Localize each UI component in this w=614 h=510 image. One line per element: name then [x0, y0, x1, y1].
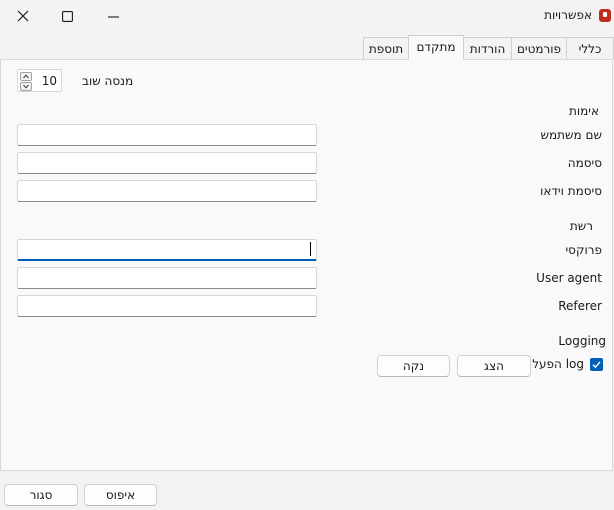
text-caret: [310, 242, 311, 256]
tab-addon[interactable]: תוספת: [363, 37, 409, 59]
enable-log-label[interactable]: הפעל log: [532, 357, 584, 371]
clear-log-button[interactable]: נקה: [377, 355, 450, 377]
proxy-label: פרוקסי: [565, 243, 602, 257]
maximize-button[interactable]: [44, 0, 90, 32]
network-section-title: רשת: [569, 219, 593, 233]
video-password-field[interactable]: [17, 180, 317, 202]
minimize-icon: [107, 15, 119, 18]
title-bar: אפשרויות: [0, 0, 614, 32]
tab-general[interactable]: כללי: [566, 37, 614, 59]
minimize-button[interactable]: [90, 0, 136, 32]
auth-section-title: אימות: [568, 104, 599, 118]
show-log-button[interactable]: הצג: [457, 355, 531, 377]
window-title: אפשרויות: [544, 8, 592, 22]
video-password-label: סיסמת וידאו: [540, 184, 602, 198]
password-label: סיסמה: [567, 156, 602, 170]
logging-section-title: Logging: [558, 334, 606, 348]
retry-value: 10: [41, 74, 57, 88]
retry-label: מנסה שוב: [82, 74, 134, 88]
tab-advanced[interactable]: מתקדם: [408, 35, 464, 60]
reset-button[interactable]: איפוס: [84, 484, 157, 506]
chevron-up-icon: [23, 74, 29, 79]
app-icon: [599, 9, 611, 22]
user-agent-label: User agent: [536, 271, 602, 285]
advanced-panel: [0, 59, 613, 471]
tab-formats[interactable]: פורמטים: [511, 37, 567, 59]
user-agent-field[interactable]: [17, 267, 317, 289]
spin-down-button[interactable]: [20, 82, 32, 91]
maximize-icon: [61, 10, 73, 22]
password-field[interactable]: [17, 152, 317, 174]
username-field[interactable]: [17, 124, 317, 146]
close-dialog-button[interactable]: סגור: [4, 484, 78, 506]
enable-log-checkbox[interactable]: [590, 358, 603, 371]
spin-up-button[interactable]: [20, 72, 32, 81]
proxy-field[interactable]: [17, 239, 317, 261]
referer-label: Referer: [558, 299, 602, 313]
username-label: שם משתמש: [540, 128, 602, 142]
tab-downloads[interactable]: הורדות: [463, 37, 512, 59]
referer-field[interactable]: [17, 295, 317, 317]
chevron-down-icon: [23, 84, 29, 89]
close-button[interactable]: [0, 0, 46, 32]
retry-spinner[interactable]: 10: [17, 69, 62, 92]
close-icon: [17, 10, 29, 22]
checkmark-icon: [592, 361, 601, 369]
